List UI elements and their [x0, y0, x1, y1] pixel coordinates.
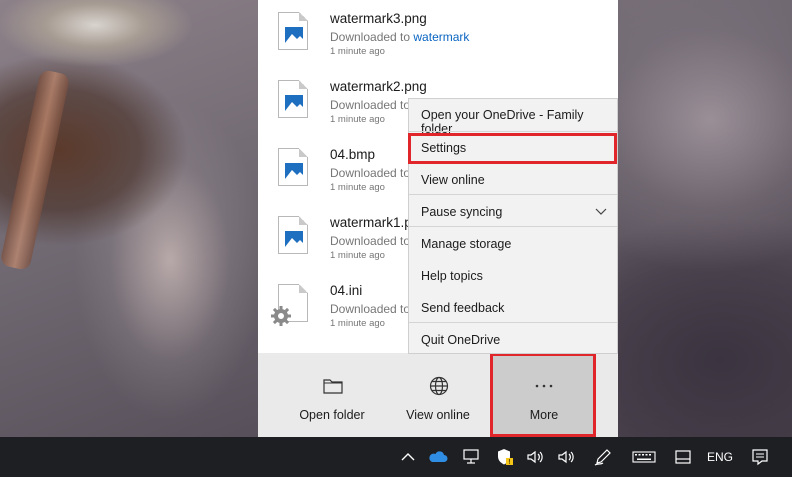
pen-icon[interactable]: [593, 447, 613, 467]
input-language-indicator[interactable]: ENG: [707, 450, 733, 464]
menu-item-view-online[interactable]: View online: [409, 164, 617, 196]
download-location-link[interactable]: watermark: [413, 30, 469, 44]
file-name: watermark1.p: [330, 215, 412, 230]
wallpaper-branch: [0, 69, 71, 271]
view-online-label: View online: [406, 408, 470, 422]
security-shield-icon[interactable]: !: [494, 447, 514, 467]
menu-item-quit-onedrive[interactable]: Quit OneDrive: [409, 324, 617, 356]
more-label: More: [529, 408, 559, 422]
action-bar: Open folder View online More: [258, 353, 618, 437]
tablet-mode-icon[interactable]: [673, 447, 693, 467]
menu-item-manage-storage[interactable]: Manage storage: [409, 228, 617, 260]
menu-item-pause-syncing[interactable]: Pause syncing: [409, 196, 617, 228]
menu-separator: [409, 322, 617, 323]
globe-icon: [428, 375, 450, 397]
menu-item-settings[interactable]: Settings: [409, 132, 617, 164]
svg-text:!: !: [509, 459, 511, 466]
file-status: Downloaded to: [330, 166, 411, 180]
image-file-icon: [278, 80, 308, 118]
file-status: Downloaded to watermark: [330, 30, 470, 44]
menu-separator: [409, 226, 617, 227]
ellipsis-icon: [533, 375, 555, 397]
file-time: 1 minute ago: [330, 318, 385, 329]
network-icon[interactable]: [461, 447, 481, 467]
file-status: Downloaded to: [330, 234, 411, 248]
taskbar: ! ENG: [0, 437, 792, 477]
file-status: Downloaded to: [330, 302, 411, 316]
file-time: 1 minute ago: [330, 250, 385, 261]
volume-icon[interactable]: [556, 447, 576, 467]
menu-separator: [409, 194, 617, 195]
keyboard-icon[interactable]: [632, 447, 656, 467]
file-time: 1 minute ago: [330, 114, 385, 125]
chevron-up-icon[interactable]: [398, 447, 418, 467]
gear-icon: [270, 305, 292, 327]
menu-item-help-topics[interactable]: Help topics: [409, 260, 617, 292]
image-file-icon: [278, 148, 308, 186]
menu-item-open-family-folder[interactable]: Open your OneDrive - Family folder: [409, 99, 617, 136]
file-name: watermark2.png: [330, 79, 427, 94]
more-context-menu: Open your OneDrive - Family folder Setti…: [408, 98, 618, 354]
image-file-icon: [278, 12, 308, 50]
file-name: 04.ini: [330, 283, 363, 298]
file-item[interactable]: watermark3.png Downloaded to watermark 1…: [258, 0, 618, 60]
open-folder-button[interactable]: Open folder: [278, 353, 386, 437]
image-file-icon: [278, 216, 308, 254]
onedrive-cloud-icon[interactable]: [428, 447, 448, 467]
open-folder-label: Open folder: [299, 408, 365, 422]
file-time: 1 minute ago: [330, 182, 385, 193]
file-time: 1 minute ago: [330, 46, 385, 57]
view-online-button[interactable]: View online: [384, 353, 492, 437]
chevron-down-icon: [595, 205, 607, 217]
file-name: watermark3.png: [330, 11, 427, 26]
volume-icon[interactable]: [525, 447, 545, 467]
notification-icon[interactable]: [750, 447, 770, 467]
menu-item-send-feedback[interactable]: Send feedback: [409, 292, 617, 324]
folder-icon: [322, 375, 344, 397]
more-button[interactable]: More: [492, 353, 596, 437]
file-name: 04.bmp: [330, 147, 376, 162]
file-status: Downloaded to: [330, 98, 411, 112]
